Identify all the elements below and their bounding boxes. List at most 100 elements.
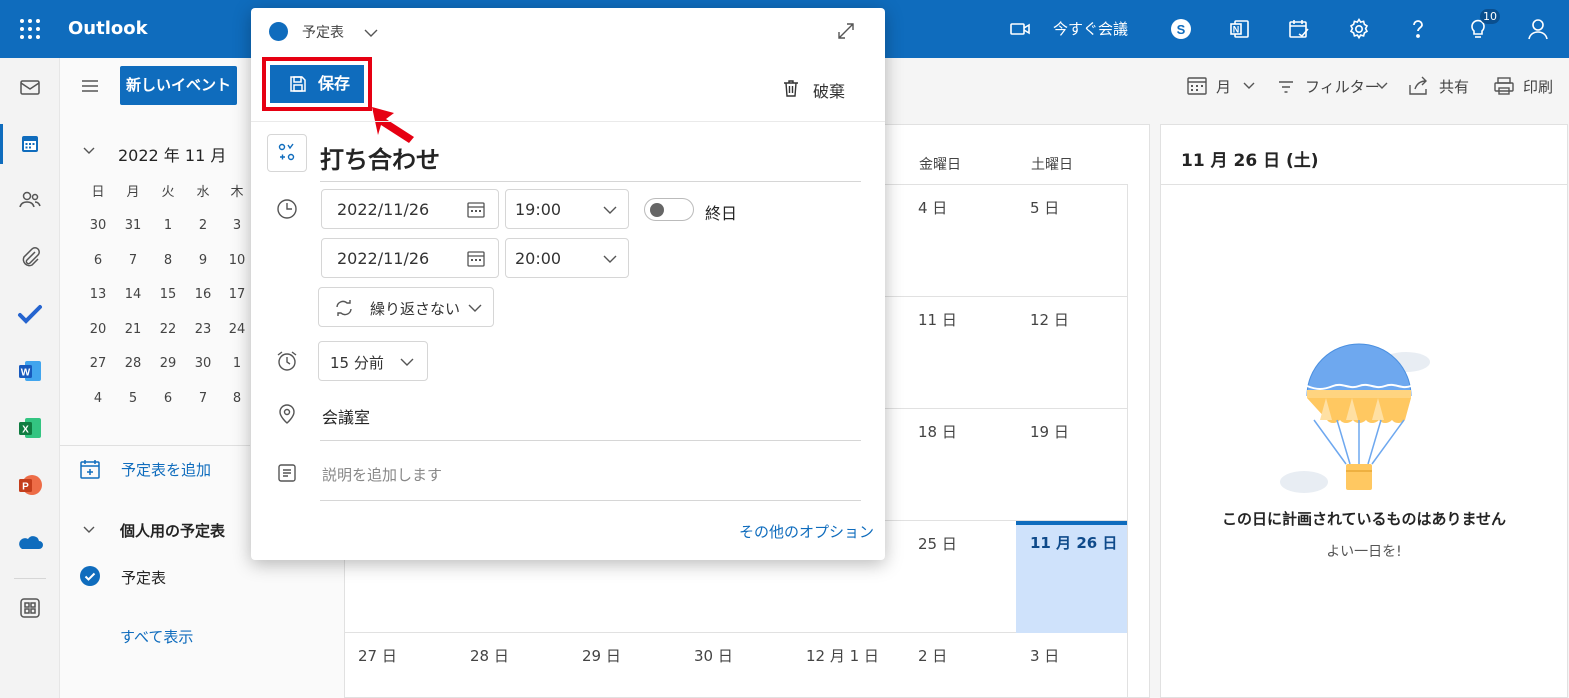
- todo-check-icon[interactable]: [17, 301, 43, 327]
- mini-calendar-day[interactable]: 28: [118, 356, 148, 371]
- calendar-selector-chevron-icon[interactable]: [363, 26, 379, 40]
- day-cell-number[interactable]: 30 日: [694, 645, 733, 666]
- day-cell-number[interactable]: 5 日: [1030, 197, 1059, 218]
- mini-calendar-day[interactable]: 16: [188, 287, 218, 302]
- mini-calendar-day[interactable]: 31: [118, 218, 148, 233]
- collapse-month-icon[interactable]: [82, 144, 96, 158]
- day-cell-number[interactable]: 27 日: [358, 645, 397, 666]
- filter-icon[interactable]: [1277, 78, 1295, 96]
- print-icon[interactable]: [1493, 76, 1515, 96]
- mini-calendar-day[interactable]: 4: [83, 391, 113, 406]
- end-time-field[interactable]: 20:00: [505, 238, 629, 278]
- date-picker-icon[interactable]: [466, 249, 486, 269]
- excel-icon[interactable]: X: [17, 415, 43, 441]
- expand-icon[interactable]: [836, 21, 856, 41]
- title-icon-button[interactable]: [267, 134, 307, 172]
- add-calendar-icon[interactable]: [79, 458, 101, 480]
- word-icon[interactable]: W: [17, 358, 43, 384]
- calendar-selector[interactable]: 予定表: [302, 22, 344, 42]
- mini-calendar-day[interactable]: 6: [83, 253, 113, 268]
- time-chevron-icon[interactable]: [602, 252, 618, 266]
- mini-calendar-day[interactable]: 8: [222, 391, 252, 406]
- mini-calendar-day[interactable]: 7: [118, 253, 148, 268]
- repeat-dropdown[interactable]: 繰り返さない: [318, 287, 494, 327]
- trash-icon[interactable]: [781, 78, 801, 98]
- mini-calendar-day[interactable]: 1: [153, 218, 183, 233]
- mini-calendar-day[interactable]: 7: [188, 391, 218, 406]
- mini-calendar-day[interactable]: 29: [153, 356, 183, 371]
- attachment-icon[interactable]: [17, 244, 43, 270]
- mini-calendar-day[interactable]: 8: [153, 253, 183, 268]
- share-button[interactable]: 共有: [1439, 76, 1469, 97]
- event-title-input[interactable]: 打ち合わせ: [320, 140, 440, 175]
- powerpoint-icon[interactable]: P: [17, 472, 43, 498]
- mini-calendar-day[interactable]: 21: [118, 322, 148, 337]
- mini-calendar-day[interactable]: 24: [222, 322, 252, 337]
- day-cell-number[interactable]: 25 日: [918, 533, 957, 554]
- description-input[interactable]: 説明を追加します: [322, 464, 442, 485]
- start-time-field[interactable]: 19:00: [505, 189, 629, 229]
- mail-icon[interactable]: [17, 74, 43, 100]
- mini-calendar-day[interactable]: 6: [153, 391, 183, 406]
- day-cell-number[interactable]: 4 日: [918, 197, 947, 218]
- day-cell-number[interactable]: 12 日: [1030, 309, 1069, 330]
- view-switcher-label[interactable]: 月: [1216, 76, 1231, 97]
- people-icon[interactable]: [17, 187, 43, 213]
- show-all-link[interactable]: すべて表示: [120, 626, 193, 647]
- filter-chevron-icon[interactable]: [1375, 79, 1389, 93]
- start-date-field[interactable]: 2022/11/26: [321, 189, 499, 229]
- mini-calendar-day[interactable]: 20: [83, 322, 113, 337]
- calendar-color-dot[interactable]: [269, 22, 288, 41]
- mini-calendar-day[interactable]: 2: [188, 218, 218, 233]
- day-cell-number[interactable]: 3 日: [1030, 645, 1059, 666]
- mini-calendar-day[interactable]: 1: [222, 356, 252, 371]
- all-day-toggle[interactable]: [644, 198, 694, 221]
- new-event-button[interactable]: 新しいイベント: [120, 66, 237, 105]
- meet-now-button[interactable]: 今すぐ会議: [1053, 18, 1128, 39]
- filter-button[interactable]: フィルター: [1305, 76, 1380, 97]
- calendar-checkbox[interactable]: [80, 566, 100, 586]
- app-name[interactable]: Outlook: [68, 18, 148, 39]
- mini-calendar-day[interactable]: 13: [83, 287, 113, 302]
- more-apps-icon[interactable]: [17, 595, 43, 621]
- day-cell-number[interactable]: 29 日: [582, 645, 621, 666]
- profile-icon[interactable]: [1526, 17, 1550, 41]
- more-options-link[interactable]: その他のオプション: [739, 521, 874, 542]
- add-calendar-link[interactable]: 予定表を追加: [121, 459, 211, 480]
- mini-calendar-day[interactable]: 30: [188, 356, 218, 371]
- day-cell-number[interactable]: 19 日: [1030, 421, 1069, 442]
- todo-icon[interactable]: [1287, 17, 1311, 41]
- view-chevron-icon[interactable]: [1242, 79, 1256, 93]
- onedrive-icon[interactable]: [17, 530, 43, 556]
- mini-calendar-day[interactable]: 10: [222, 253, 252, 268]
- mini-calendar-day[interactable]: 27: [83, 356, 113, 371]
- collapse-group-icon[interactable]: [82, 523, 96, 537]
- end-date-field[interactable]: 2022/11/26: [321, 238, 499, 278]
- help-icon[interactable]: [1406, 17, 1430, 41]
- discard-button[interactable]: 破棄: [813, 78, 845, 102]
- day-cell-number[interactable]: 11 日: [918, 309, 957, 330]
- day-cell-number[interactable]: 2 日: [918, 645, 947, 666]
- mini-calendar-day[interactable]: 22: [153, 322, 183, 337]
- skype-icon[interactable]: S: [1169, 17, 1193, 41]
- month-view-icon[interactable]: [1186, 76, 1208, 96]
- print-button[interactable]: 印刷: [1523, 76, 1553, 97]
- time-chevron-icon[interactable]: [602, 203, 618, 217]
- mini-calendar-day[interactable]: 15: [153, 287, 183, 302]
- share-icon[interactable]: [1408, 76, 1430, 96]
- mini-calendar-day[interactable]: 23: [188, 322, 218, 337]
- mini-calendar-day[interactable]: 5: [118, 391, 148, 406]
- day-cell-number[interactable]: 18 日: [918, 421, 957, 442]
- mini-calendar-day[interactable]: 17: [222, 287, 252, 302]
- hamburger-icon[interactable]: [80, 76, 100, 96]
- today-cell-number[interactable]: 11 月 26 日: [1030, 532, 1117, 553]
- reminder-dropdown[interactable]: 15 分前: [318, 341, 428, 381]
- calendar-icon[interactable]: [17, 131, 43, 157]
- mini-calendar-day[interactable]: 9: [188, 253, 218, 268]
- day-cell-number[interactable]: 12 月 1 日: [806, 645, 879, 666]
- day-cell-number[interactable]: 28 日: [470, 645, 509, 666]
- mini-calendar-month[interactable]: 2022 年 11 月: [118, 142, 226, 166]
- date-picker-icon[interactable]: [466, 200, 486, 220]
- location-input[interactable]: 会議室: [322, 404, 370, 428]
- mini-calendar-day[interactable]: 14: [118, 287, 148, 302]
